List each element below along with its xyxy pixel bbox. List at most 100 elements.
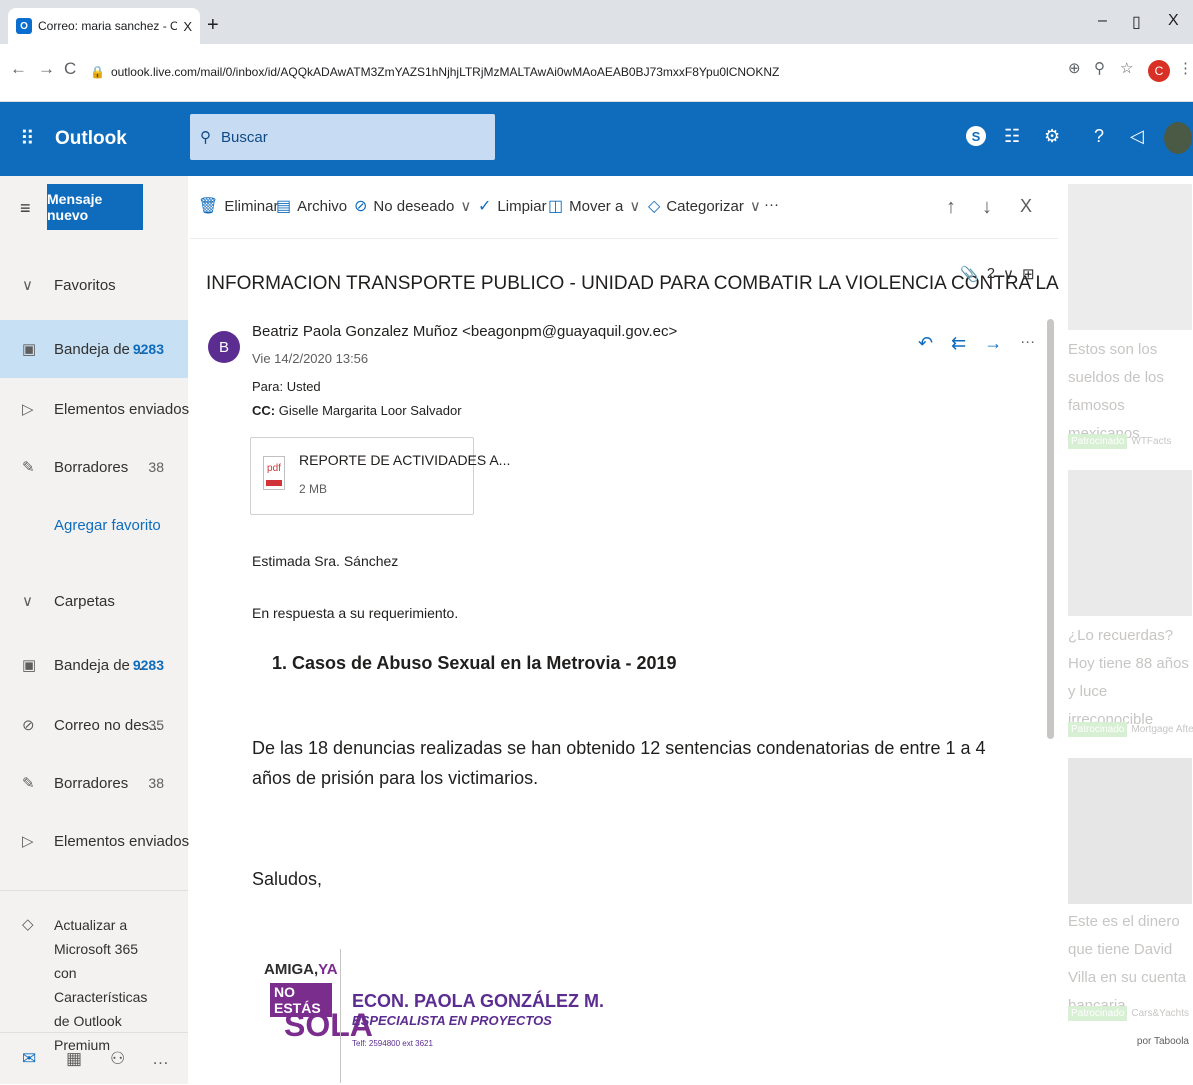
reading-pane-scrollbar[interactable] bbox=[1047, 319, 1054, 739]
folders-header[interactable]: ∨ Carpetas bbox=[0, 572, 188, 630]
my-day-icon[interactable]: ☷ bbox=[1004, 126, 1020, 147]
window-close-button[interactable]: X bbox=[1168, 12, 1179, 30]
item-count: 38 bbox=[148, 775, 164, 791]
back-arrow-icon[interactable]: ← bbox=[10, 59, 27, 79]
zoom-icon[interactable]: ⚲ bbox=[1094, 59, 1105, 77]
unread-count: 9283 bbox=[132, 657, 164, 673]
favorites-header[interactable]: ∨ Favoritos bbox=[0, 256, 188, 314]
delete-button[interactable]: 🗑 Eliminar bbox=[198, 196, 279, 216]
forward-arrow-icon[interactable]: → bbox=[38, 59, 55, 79]
url-field[interactable]: 🔒 outlook.live.com/mail/0/inbox/id/AQQkA… bbox=[90, 58, 1030, 86]
outlook-favicon-icon: O bbox=[16, 18, 32, 34]
sender-avatar[interactable]: B bbox=[208, 331, 240, 363]
chevron-down-icon[interactable]: ∨ bbox=[1003, 265, 1014, 283]
message-intro: En respuesta a su requerimiento. bbox=[252, 605, 459, 621]
ad-image[interactable] bbox=[1068, 758, 1192, 904]
minimize-button[interactable]: – bbox=[1098, 12, 1107, 30]
inbox-icon: ▣ bbox=[22, 657, 37, 674]
unread-count: 9283 bbox=[132, 341, 164, 357]
ad-title[interactable]: Este es el dinero que tiene David Villa … bbox=[1068, 908, 1192, 1020]
junk-button[interactable]: ⊘ No deseado ∨ bbox=[354, 196, 471, 216]
bookmark-star-icon[interactable]: ☆ bbox=[1120, 59, 1133, 77]
new-tab-button[interactable]: + bbox=[207, 14, 219, 37]
new-message-button[interactable]: Mensaje nuevo bbox=[47, 184, 143, 230]
logo-line1: AMIGA,YA bbox=[264, 961, 338, 978]
move-to-button[interactable]: ◫ Mover a ∨ bbox=[548, 196, 640, 216]
next-message-arrow-icon[interactable]: ↓ bbox=[982, 196, 992, 219]
ad-image[interactable] bbox=[1068, 184, 1192, 330]
cc-recipient[interactable]: Giselle Margarita Loor Salvador bbox=[279, 403, 462, 418]
add-favorite-link[interactable]: Agregar favorito bbox=[0, 496, 188, 554]
paperclip-icon: 📎 bbox=[960, 266, 979, 283]
expand-icon[interactable]: ⊞ bbox=[1022, 265, 1035, 283]
skype-icon[interactable]: S bbox=[966, 126, 986, 146]
folder-move-icon: ◫ bbox=[548, 198, 564, 215]
message-paragraph: De las 18 denuncias realizadas se han ob… bbox=[252, 738, 986, 788]
sender-name[interactable]: Beatriz Paola Gonzalez Muñoz <beagonpm@g… bbox=[252, 323, 677, 340]
maximize-button[interactable]: ▯ bbox=[1132, 12, 1141, 32]
archive-icon: ▤ bbox=[276, 198, 292, 215]
to-recipient[interactable]: Usted bbox=[287, 379, 321, 394]
sweep-button[interactable]: ✓ Limpiar bbox=[478, 196, 547, 216]
attachment-size: 2 MB bbox=[299, 482, 328, 496]
cast-icon[interactable]: ⊕ bbox=[1068, 59, 1081, 77]
folder-drafts[interactable]: ✎ Borradores 38 bbox=[0, 754, 188, 812]
search-placeholder: Buscar bbox=[221, 128, 268, 146]
more-actions-button[interactable]: ··· bbox=[764, 196, 779, 213]
reload-icon[interactable]: C bbox=[64, 59, 76, 79]
send-icon: ▷ bbox=[22, 401, 34, 418]
browser-menu-icon[interactable]: ⋮ bbox=[1178, 59, 1193, 77]
ad-image[interactable] bbox=[1068, 470, 1192, 616]
browser-tab-bar: O Correo: maria sanchez - Outlook X + – … bbox=[0, 0, 1193, 44]
sweep-label: Limpiar bbox=[497, 197, 547, 215]
sponsored-tag: Patrocinado bbox=[1068, 1006, 1128, 1021]
favorite-inbox[interactable]: ▣ Bandeja de ... 9283 bbox=[0, 320, 188, 378]
left-navigation: ≡ Mensaje nuevo ∨ Favoritos ▣ Bandeja de… bbox=[0, 176, 190, 1084]
app-launcher-icon[interactable]: ⠿ bbox=[20, 126, 35, 151]
browser-profile-avatar[interactable]: C bbox=[1148, 60, 1170, 82]
trash-icon: 🗑 bbox=[198, 198, 219, 215]
signature-title: ESPECIALISTA EN PROYECTOS bbox=[352, 1013, 552, 1028]
folder-inbox[interactable]: ▣ Bandeja de ... 9283 bbox=[0, 636, 188, 694]
folder-sent-items[interactable]: ▷ Elementos enviados bbox=[0, 812, 190, 870]
people-icon[interactable]: ⚇ bbox=[110, 1049, 125, 1069]
folder-label: Elementos enviados bbox=[54, 832, 190, 850]
reply-all-icon[interactable]: ⇇ bbox=[951, 333, 966, 354]
more-icon[interactable]: ··· bbox=[1020, 333, 1035, 354]
upgrade-premium-link[interactable]: ◇ Actualizar a Microsoft 365 con Caracte… bbox=[0, 890, 188, 1053]
calendar-icon[interactable]: ▦ bbox=[66, 1049, 82, 1069]
move-label: Mover a bbox=[569, 197, 624, 215]
message-actions: ↶ ⇇ → ··· bbox=[918, 333, 1035, 354]
inbox-icon: ▣ bbox=[22, 341, 37, 358]
categorize-button[interactable]: ◇ Categorizar ∨ bbox=[648, 196, 761, 216]
pencil-icon: ✎ bbox=[22, 775, 35, 792]
attachment-card[interactable]: pdf REPORTE DE ACTIVIDADES A... 2 MB bbox=[250, 437, 510, 515]
send-icon: ▷ bbox=[22, 833, 34, 850]
previous-message-arrow-icon[interactable]: ↑ bbox=[946, 196, 956, 219]
folder-junk[interactable]: ⊘ Correo no des... 35 bbox=[0, 696, 188, 754]
account-avatar[interactable] bbox=[1164, 122, 1192, 154]
forward-icon[interactable]: → bbox=[984, 333, 1002, 354]
feedback-megaphone-icon[interactable]: ◁ bbox=[1130, 126, 1144, 147]
close-reading-pane-icon[interactable]: X bbox=[1020, 196, 1032, 217]
ad-title[interactable]: Estos son los sueldos de los famosos mex… bbox=[1068, 336, 1192, 448]
ad-title[interactable]: ¿Lo recuerdas? Hoy tiene 88 años y luce … bbox=[1068, 622, 1192, 734]
mail-icon[interactable]: ✉ bbox=[22, 1049, 36, 1069]
search-box[interactable]: ⚲ Buscar bbox=[190, 114, 495, 160]
attachment-count: 2 bbox=[986, 265, 996, 282]
outlook-brand[interactable]: Outlook bbox=[55, 128, 127, 150]
ad-provider[interactable]: por Taboola bbox=[1137, 1036, 1189, 1047]
reply-icon[interactable]: ↶ bbox=[918, 333, 933, 354]
favorite-drafts[interactable]: ✎ Borradores 38 bbox=[0, 438, 188, 496]
archive-button[interactable]: ▤ Archivo bbox=[276, 196, 347, 216]
hamburger-menu-icon[interactable]: ≡ bbox=[20, 198, 31, 219]
help-icon[interactable]: ? bbox=[1094, 126, 1104, 147]
tab-close-button[interactable]: X bbox=[183, 19, 192, 34]
cc-label: CC: bbox=[252, 403, 276, 418]
more-apps-icon[interactable]: … bbox=[152, 1049, 169, 1069]
browser-tab[interactable]: O Correo: maria sanchez - Outlook X bbox=[8, 8, 200, 44]
favorite-sent-items[interactable]: ▷ Elementos enviados bbox=[0, 380, 189, 438]
to-label: Para: bbox=[252, 379, 284, 394]
add-favorite-label: Agregar favorito bbox=[54, 516, 161, 534]
settings-gear-icon[interactable]: ⚙ bbox=[1044, 126, 1060, 147]
